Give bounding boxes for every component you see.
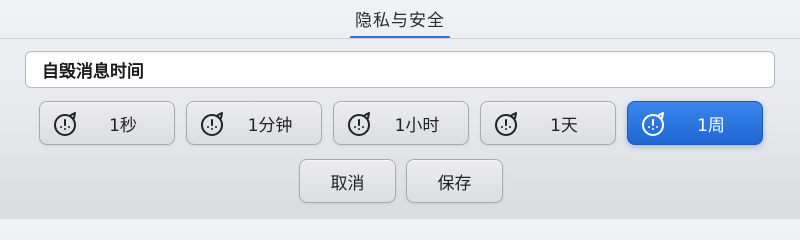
option-1-minute[interactable]: 1分钟 — [186, 101, 322, 145]
self-destruct-time-field: 自毁消息时间 — [25, 51, 775, 88]
tab-privacy-security[interactable]: 隐私与安全 — [350, 6, 450, 31]
save-button[interactable]: 保存 — [406, 159, 503, 203]
option-1-day[interactable]: 1天 — [480, 101, 616, 145]
timer-icon — [346, 110, 374, 138]
timer-icon — [52, 110, 80, 138]
option-label: 1小时 — [394, 115, 440, 136]
option-1-week[interactable]: 1周 — [627, 101, 763, 145]
option-label: 1天 — [550, 115, 578, 136]
option-1-hour[interactable]: 1小时 — [333, 101, 469, 145]
cancel-button[interactable]: 取消 — [299, 159, 396, 203]
option-label: 1秒 — [109, 115, 137, 136]
header-divider — [0, 38, 800, 39]
option-label: 1周 — [697, 115, 725, 136]
option-1-second[interactable]: 1秒 — [39, 101, 175, 145]
timer-icon — [640, 110, 668, 138]
timer-icon — [493, 110, 521, 138]
option-label: 1分钟 — [247, 115, 293, 136]
timer-icon — [199, 110, 227, 138]
